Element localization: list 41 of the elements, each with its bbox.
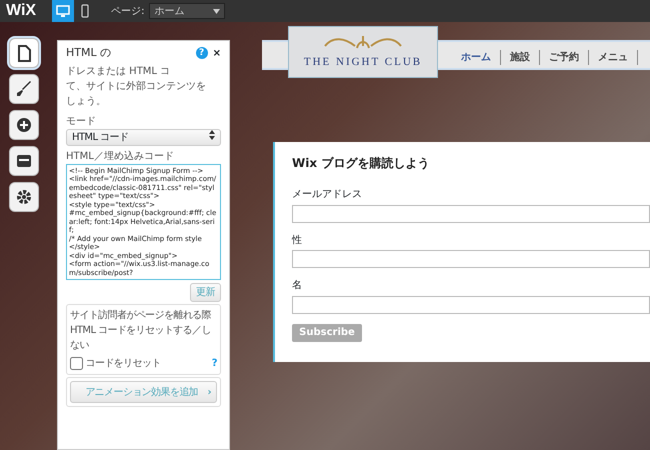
tool-button[interactable] [9,110,39,140]
nav-link[interactable]: 施設 [501,50,540,64]
checkbox-label: コードをリセット [86,356,162,370]
input-field[interactable] [292,296,650,314]
field-label: 性 [292,234,303,248]
close-button[interactable]: × [212,46,221,61]
page-icon [17,44,31,62]
reset-checkbox[interactable] [70,356,83,370]
mode-select[interactable]: HTML コード [66,129,221,146]
caret-icon [213,8,220,14]
page-dropdown[interactable]: ホーム [149,3,226,19]
input-field[interactable] [292,204,650,222]
phone-icon [81,4,90,18]
logo-text: THE NIGHT CLUB [304,55,422,70]
field-label: モード [66,115,97,129]
nav-link[interactable]: ホーム [452,50,501,64]
nav-link[interactable]: ご予約 [540,50,589,64]
description-text: しょう。 [66,95,107,109]
page-label: ページ: [111,4,144,18]
form-title: Wix ブログを購読しよう [292,155,430,172]
description-text: ドレスまたは HTML コ [66,65,172,79]
desktop-icon [56,4,70,18]
brush-icon [16,81,32,97]
field-label: メールアドレス [292,188,363,202]
tool-button[interactable] [9,38,39,68]
input-field[interactable] [292,250,650,268]
tool-button[interactable] [9,74,39,104]
code-field[interactable] [66,164,221,280]
tool-button[interactable] [9,146,39,176]
reset-text: サイト訪問者がページを離れる際 [70,308,212,323]
field-label: 名 [292,279,303,293]
reset-text: HTML コードをリセットする／しない [70,324,212,353]
field-label: HTML／埋め込みコード [66,150,175,164]
wix-logo: WiX [5,1,38,21]
nav-link[interactable]: メニュ [589,50,638,64]
desktop-view-button[interactable] [52,0,74,22]
panel-title: HTML の [66,45,112,61]
plus-icon [16,117,32,133]
description-text: て、サイトに外部コンテンツを [66,80,207,94]
settings-icon [16,189,32,205]
tool-button[interactable] [9,182,39,212]
